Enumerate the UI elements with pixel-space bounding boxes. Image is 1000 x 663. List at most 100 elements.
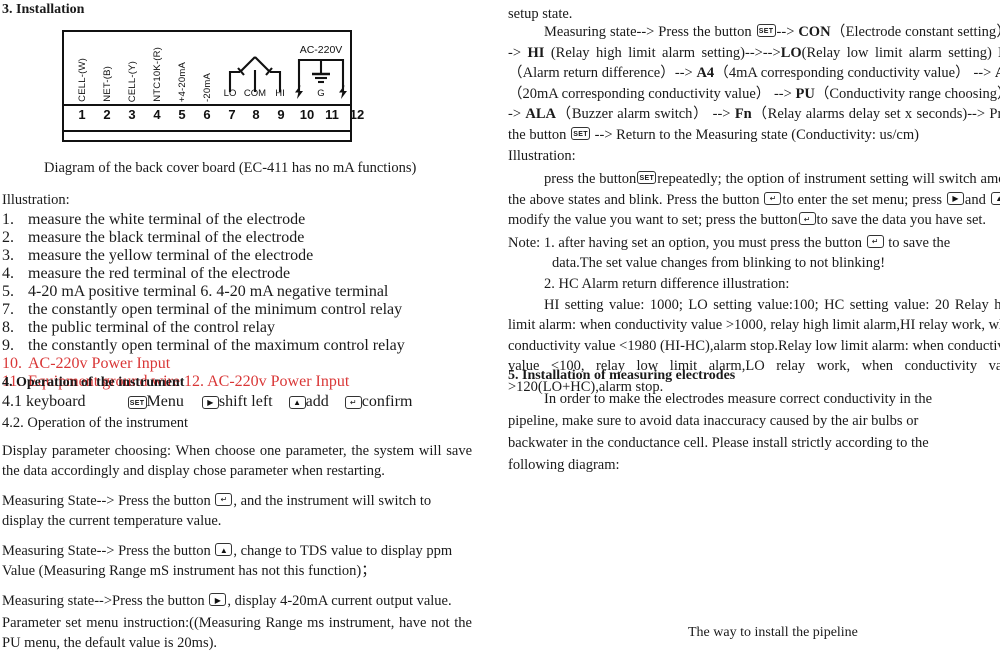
diagram-caption: Diagram of the back cover board (EC-411 …: [44, 160, 417, 176]
illus-text-f: to save the data you have set.: [816, 212, 987, 229]
flow-text-d: -->: [973, 65, 996, 82]
flow-a20-label: A20: [995, 65, 1000, 81]
illus-text-a: press the button: [544, 171, 637, 188]
list-item-number: 10.: [2, 354, 22, 372]
list-item-text: measure the black terminal of the electr…: [28, 228, 305, 246]
up-arrow-key-icon[interactable]: ▲: [990, 191, 1000, 205]
right-arrow-key-icon[interactable]: ▶: [946, 191, 964, 205]
flow-con-label: CON: [798, 24, 831, 40]
enter-key-icon[interactable]: ↵: [764, 191, 782, 205]
shift-left-key-label: shift left: [218, 393, 273, 410]
flow-pu-label: PU: [795, 85, 815, 102]
up-arrow-key-icon[interactable]: ▲: [288, 395, 306, 409]
list-item-number: 9.: [2, 336, 14, 354]
confirm-key-label: confirm: [361, 393, 413, 410]
illus-text-d: and: [964, 191, 986, 208]
right-arrow-key-icon[interactable]: ▶: [209, 593, 227, 607]
list-item-number: 7.: [2, 300, 14, 318]
set-key-label: Menu: [146, 393, 184, 410]
pipeline-caption: The way to install the pipeline: [688, 625, 858, 640]
terminal-number-10: 10: [299, 107, 315, 122]
flow-con-desc: （Electrode constant setting）: [830, 24, 1000, 40]
flow-hi-label: HI: [527, 44, 545, 61]
temperature-text-a: Measuring State--> Press the button: [2, 492, 211, 509]
terminal-numbers-row: 1 2 3 4 5 6 7 8 9 10 11 12: [62, 104, 364, 128]
list-item-text: measure the yellow terminal of the elect…: [28, 246, 314, 264]
flow-lo-desc: (Relay low limit alarm setting): [801, 44, 992, 61]
list-item: 8. the public terminal of the control re…: [2, 319, 472, 337]
flow-a4-desc: （4mA corresponding conductivity value）: [714, 65, 970, 82]
enter-key-icon[interactable]: ↵: [344, 395, 362, 409]
terminal-number-7: 7: [228, 107, 236, 122]
ac-power-label: AC-220V: [299, 44, 343, 56]
flow-a4-label: A4: [696, 65, 715, 82]
current-output-paragraph: Measuring state-->Press the button ▶, di…: [2, 591, 472, 612]
set-key-icon[interactable]: SET: [127, 395, 147, 409]
current-output-text-b: , display 4-20mA current output value.: [227, 593, 452, 610]
right-illustration-heading: Illustration:: [508, 148, 576, 165]
terminal-number-2: 2: [103, 107, 111, 122]
list-item-number: 2.: [2, 228, 14, 246]
set-key-icon[interactable]: SET: [756, 24, 776, 38]
temperature-paragraph: Measuring State--> Press the button ↵, a…: [2, 491, 472, 532]
display-parameter-paragraph: Display parameter choosing: When choose …: [2, 442, 472, 480]
illustration-heading: Illustration:: [2, 192, 70, 208]
enter-key-icon[interactable]: ↵: [798, 212, 816, 226]
set-key-icon[interactable]: SET: [637, 171, 657, 185]
section-3-heading: 3. Installation: [2, 2, 85, 17]
lightning-bolt-icon-right: [339, 85, 347, 99]
flow-hc-desc: （Alarm return difference）-->: [508, 65, 697, 82]
list-item: 10. AC-220v Power Input: [2, 355, 472, 373]
terminal-number-9: 9: [277, 107, 285, 122]
tds-text-a: Measuring State--> Press the button: [2, 542, 211, 559]
list-item-text: AC-220v Power Input: [28, 354, 171, 372]
terminal-number-3: 3: [128, 107, 136, 122]
left-column: 3. Installation CELL-(W) NET-(B) CELL-(Y…: [0, 0, 478, 663]
list-item: 3. measure the yellow terminal of the el…: [2, 247, 472, 265]
terminal-block-diagram: CELL-(W) NET-(B) CELL-(Y) NTC10K-(R) +4-…: [62, 30, 364, 142]
terminal-number-5: 5: [178, 107, 186, 122]
note-2-heading: 2. HC Alarm return difference illustrati…: [544, 275, 790, 292]
list-item: 4. measure the red terminal of the elect…: [2, 265, 472, 283]
list-item: 7. the constantly open terminal of the m…: [2, 301, 472, 319]
terminal-number-1: 1: [78, 107, 86, 122]
illus-text-c: to enter the set menu; press: [782, 191, 942, 208]
flow-text-end: --> Return to the Measuring state (Condu…: [591, 126, 919, 143]
keyboard-row: 4.1 keyboard SET Menu ▶ shift left ▲ add ↵ c…: [2, 393, 472, 411]
list-item-text: 4-20 mA positive terminal 6. 4-20 mA neg…: [28, 282, 389, 300]
list-item-text: the public terminal of the control relay: [28, 318, 276, 336]
section-4-heading: 4. Operation of the instrument: [2, 375, 185, 390]
relay-label-com: COM: [243, 88, 267, 99]
list-item-number: 1.: [2, 210, 14, 228]
menu-flow-paragraph: Measuring state--> Press the button SET -…: [508, 22, 1000, 145]
flow-fn-label: Fn: [734, 106, 752, 123]
relay-contact-schematic: [228, 56, 345, 92]
note-1-paragraph: Note: 1. after having set an option, you…: [508, 233, 1000, 254]
list-item-text: measure the white terminal of the electr…: [28, 210, 306, 228]
keyboard-label: 4.1 keyboard: [2, 393, 86, 410]
menu-instruction-paragraph: Parameter set menu instruction:((Measuri…: [2, 614, 472, 652]
flow-lo-label: LO: [780, 44, 802, 61]
list-item: 9. the constantly open terminal of the m…: [2, 337, 472, 355]
illustration-body-paragraph: press the button SET repeatedly; the optio…: [508, 169, 1000, 231]
note-1-continued: data.The set value changes from blinking…: [552, 255, 886, 272]
section-5-body: In order to make the electrodes measure …: [508, 388, 978, 476]
section-5-body-text: In order to make the electrodes measure …: [508, 391, 933, 474]
right-column: setup state. Measuring state--> Press th…: [500, 0, 1000, 663]
enter-key-icon[interactable]: ↵: [866, 234, 884, 248]
list-item-text: measure the red terminal of the electrod…: [28, 264, 291, 282]
set-key-icon[interactable]: SET: [571, 127, 591, 141]
flow-text-b: -->: [776, 24, 799, 40]
flow-hi-desc: (Relay high limit alarm setting)-->-->: [544, 44, 781, 61]
lightning-bolt-icon-left: [295, 85, 303, 99]
right-arrow-key-icon[interactable]: ▶: [201, 395, 219, 409]
note-1-text-b: to save the: [888, 234, 951, 251]
section-4-2-heading: 4.2. Operation of the instrument: [2, 415, 189, 431]
list-item: 2. measure the black terminal of the ele…: [2, 229, 472, 247]
add-key-label: add: [305, 393, 329, 410]
up-arrow-key-icon[interactable]: ▲: [215, 543, 233, 557]
tds-paragraph: Measuring State--> Press the button ▲, c…: [2, 541, 472, 582]
list-item-number: 8.: [2, 318, 14, 336]
flow-a20-desc: （20mA corresponding conductivity value） …: [508, 85, 796, 102]
enter-key-icon[interactable]: ↵: [215, 492, 233, 506]
